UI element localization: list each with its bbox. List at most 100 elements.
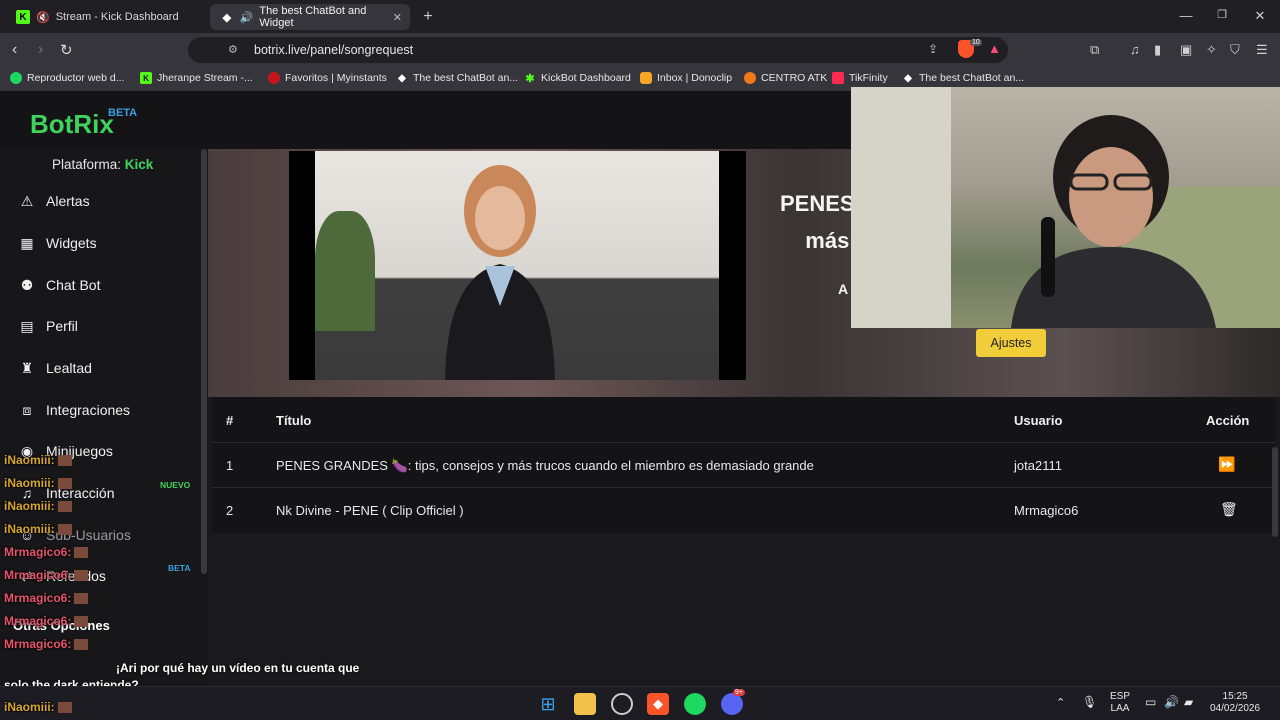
browser-tab-strip: K 🔇 Stream - Kick Dashboard ◆ 🔊 The best… [0,0,1280,33]
windows-taskbar: ⊞ ◆ 9+ ⌃ 🎙 ESP LAA ▭ 🔊 ▰ 15:25 04/02/202… [0,686,1280,720]
site-settings-icon[interactable]: ⚙ [228,43,238,56]
settings-button[interactable]: Ajustes [976,329,1046,357]
restore-icon[interactable]: ❐ [1212,8,1232,21]
bookmark-item[interactable]: CENTRO ATK [744,72,827,84]
skip-icon[interactable]: ⏩ [1218,456,1235,473]
bookmark-item[interactable]: ✱ KickBot Dashboard [524,72,631,85]
emote-icon [57,501,72,513]
bookmark-item[interactable]: ◆ The best ChatBot an... [902,72,1024,84]
spotify-icon [10,72,22,84]
sidebar-icon[interactable]: ▮ [1154,42,1161,58]
botrix-logo[interactable]: BotRix [30,109,114,140]
sidebar-item-integraciones[interactable]: ⧈ Integraciones [18,399,131,421]
beta-badge: BETA [168,563,191,573]
vpn-icon[interactable]: ⛉ [1230,42,1240,58]
chat-line: Mrmagico6: [4,637,89,651]
emote-icon [57,455,72,467]
presenter-image [445,165,555,380]
video-player[interactable] [289,151,746,380]
wallet-icon[interactable]: ▣ [1180,42,1192,58]
kickbot-icon: ✱ [525,72,535,85]
minimize-icon[interactable]: — [1176,8,1196,23]
emote-icon [57,702,72,714]
table-scrollbar[interactable] [1272,447,1278,537]
clock[interactable]: 15:25 04/02/2026 [1210,691,1260,715]
tab-title: Stream - Kick Dashboard [55,11,179,23]
song-title: PENES GRANDES 🍆: tips, consejos y más tr… [276,458,814,473]
emote-icon [57,478,72,490]
chat-line: Mrmagico6: [4,568,89,582]
reload-icon[interactable]: ↻ [60,41,73,59]
tab-title: The best ChatBot and Widget [259,5,367,29]
song-queue-table: # Título Usuario Acción 1 PENES GRANDES … [212,397,1278,537]
webcam-overlay [851,87,1280,328]
network-icon[interactable]: ▭ [1145,696,1156,708]
share-icon[interactable]: ⇪ [928,42,938,56]
bookmark-item[interactable]: Reproductor web d... [10,72,124,84]
grid-icon: ▦ [20,234,34,251]
video-frame [315,151,719,380]
reader-icon[interactable]: ⧉ [1090,42,1099,58]
sidebar-item-chat-bot[interactable]: ⚉ Chat Bot [18,274,101,296]
tab-botrix[interactable]: ◆ 🔊 The best ChatBot and Widget ✕ [210,4,410,30]
chat-line: Mrmagico6: [4,614,89,628]
app-icon[interactable] [611,693,633,715]
trash-icon[interactable]: 🗑 [1220,501,1238,518]
sidebar-item-alertas[interactable]: ⚠ Alertas [18,190,90,212]
chat-line: iNaomiii: [4,522,72,536]
tab-kick-dashboard[interactable]: K 🔇 Stream - Kick Dashboard [6,4,206,30]
bookmark-item[interactable]: ◆ The best ChatBot an... [396,72,518,84]
plant-image [315,211,375,331]
chat-line: iNaomiii: [4,700,72,714]
chat-line: Mrmagico6: [4,591,89,605]
emote-icon [74,570,89,582]
nuevo-badge: NUEVO [160,480,191,490]
language-indicator[interactable]: ESP LAA [1110,691,1130,715]
sidebar-item-perfil[interactable]: ▤ Perfil [18,315,78,337]
chat-line: iNaomiii: [4,476,72,490]
now-playing-title: PENES más A [780,191,855,297]
discord-icon[interactable] [721,693,743,715]
bookmark-item[interactable]: K Jheranpe Stream -... [140,72,253,84]
sidebar-item-widgets[interactable]: ▦ Widgets [18,232,96,254]
song-requester: Mrmagico6 [1014,503,1079,518]
myinstants-icon [268,72,280,84]
emote-icon [74,639,89,651]
forward-icon[interactable]: › [38,41,43,59]
song-title: Nk Divine - PENE ( Clip Officiel ) [276,503,464,518]
bookmark-item[interactable]: TikFinity [832,72,888,84]
speaker-icon[interactable]: 🔊 [240,11,254,24]
back-icon[interactable]: ‹ [12,41,17,59]
volume-icon[interactable]: 🔊 [1164,696,1179,708]
leo-ai-icon[interactable]: ✧ [1206,42,1217,58]
windows-start-icon[interactable]: ⊞ [537,693,559,715]
file-explorer-icon[interactable] [574,693,596,715]
sidebar-item-lealtad[interactable]: ♜ Lealtad [18,357,92,379]
botrix-diamond-icon: ◆ [222,11,232,24]
donoclip-icon [640,72,652,84]
close-window-icon[interactable]: ✕ [1250,8,1270,24]
battery-icon[interactable]: ▰ [1184,696,1193,708]
trophy-icon: ♜ [20,359,34,376]
microphone-icon[interactable]: 🎙 [1082,696,1097,708]
muted-speaker-icon[interactable]: 🔇 [36,11,50,24]
bookmark-item[interactable]: Favoritos | Myinstants [268,72,387,84]
emote-icon [74,593,89,605]
menu-icon[interactable]: ☰ [1256,42,1268,58]
url-text[interactable]: botrix.live/panel/songrequest [254,43,413,57]
brave-rewards-icon[interactable]: ▲ [988,41,1001,56]
table-row[interactable]: 1 PENES GRANDES 🍆: tips, consejos y más … [212,442,1276,487]
close-tab-icon[interactable]: ✕ [393,11,402,24]
id-card-icon: ▤ [20,317,34,334]
sidebar-scrollbar[interactable] [201,149,207,574]
spotify-icon[interactable] [684,693,706,715]
tray-chevron-icon[interactable]: ⌃ [1056,697,1065,709]
brave-browser-icon[interactable]: ◆ [647,693,669,715]
bookmark-item[interactable]: Inbox | Donoclip [640,72,732,84]
robot-icon: ⚉ [20,276,34,293]
music-icon[interactable]: ♫ [1130,42,1140,57]
table-row[interactable]: 2 Nk Divine - PENE ( Clip Officiel ) Mrm… [212,487,1276,532]
new-tab-icon[interactable]: + [418,8,438,26]
address-bar[interactable]: ⚙ botrix.live/panel/songrequest ⇪ 10 ▲ [188,37,1008,63]
browser-toolbar: ‹ › ↻ 🔖 ⚙ botrix.live/panel/songrequest … [0,33,1280,67]
